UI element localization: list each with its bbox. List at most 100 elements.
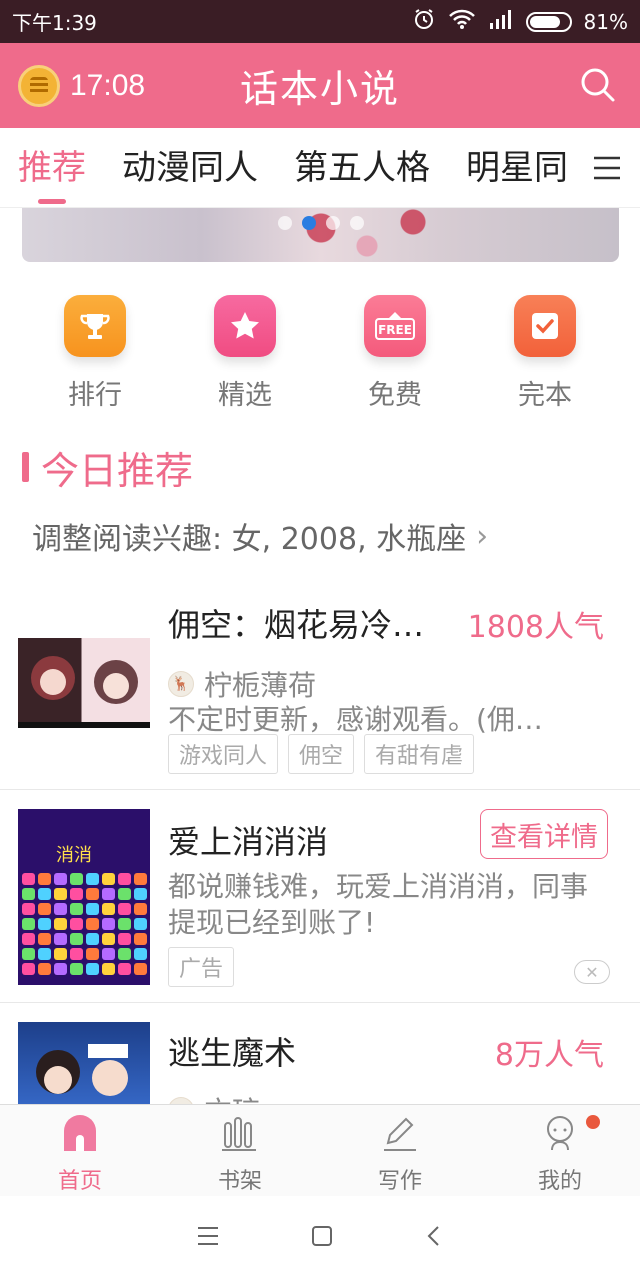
author: 🦌 柠栀薄荷	[168, 664, 316, 704]
nav-home[interactable]: 首页	[0, 1105, 160, 1196]
chevron-right-icon: ›	[476, 518, 489, 554]
avatar	[168, 1097, 194, 1104]
book-title: 佣空：烟花易冷…	[168, 606, 425, 644]
candy-tile	[54, 873, 67, 885]
author: 方琼	[168, 1090, 260, 1104]
alarm-icon	[412, 7, 436, 36]
battery-icon	[525, 11, 572, 32]
candy-tile	[134, 903, 147, 915]
candy-tile	[22, 873, 35, 885]
candy-tile	[86, 888, 99, 900]
candy-tile	[86, 873, 99, 885]
tag[interactable]: 游戏同人	[168, 734, 279, 774]
candy-tile	[38, 903, 51, 915]
book-cover	[18, 638, 150, 728]
candy-tile	[118, 948, 131, 960]
candy-tile	[38, 873, 51, 885]
candy-tile	[54, 903, 67, 915]
quick-ranking[interactable]: 排行	[20, 295, 170, 415]
candy-tile	[22, 963, 35, 975]
candy-tile	[70, 903, 83, 915]
candy-tile	[22, 918, 35, 930]
banner-carousel[interactable]	[22, 208, 619, 262]
interest-settings-link[interactable]: 调整阅读兴趣: 女, 2008, 水瓶座 ›	[32, 514, 488, 558]
free-icon: FREE	[364, 295, 426, 357]
author-name: 柠栀薄荷	[204, 669, 317, 702]
bottom-nav: 首页 书架 写作 我的	[0, 1104, 640, 1196]
reading-timer[interactable]: 17:08	[0, 64, 200, 107]
candy-tile	[38, 963, 51, 975]
back-icon[interactable]	[424, 1224, 444, 1252]
candy-tile	[134, 933, 147, 945]
candy-tile	[70, 888, 83, 900]
signal-icon	[488, 9, 514, 34]
menu-icon[interactable]	[196, 1225, 220, 1251]
tag-list: 广告	[168, 947, 235, 987]
candy-tile	[22, 933, 35, 945]
quick-entries: 排行 精选 FREE 免费 完本	[0, 295, 640, 415]
nav-bookshelf[interactable]: 书架	[160, 1105, 320, 1196]
ad-tag: 广告	[168, 947, 235, 987]
view-details-button[interactable]: 查看详情	[480, 809, 608, 859]
interest-text: 调整阅读兴趣: 女, 2008, 水瓶座	[32, 522, 467, 557]
nav-profile[interactable]: 我的	[480, 1105, 640, 1196]
tab-identity-v[interactable]: 第五人格	[294, 128, 430, 207]
carousel-dot	[326, 216, 340, 230]
quick-label: 排行	[68, 380, 122, 411]
home-icon	[60, 1113, 100, 1157]
candy-tile	[118, 933, 131, 945]
deer-avatar-icon: 🦌	[168, 671, 194, 697]
candy-tile	[118, 873, 131, 885]
candy-tile	[102, 903, 115, 915]
carousel-dot	[350, 216, 364, 230]
candy-tile	[102, 918, 115, 930]
tab-recommend[interactable]: 推荐	[18, 128, 86, 207]
menu-icon[interactable]	[574, 128, 640, 207]
wifi-icon	[448, 8, 476, 35]
tag[interactable]: 佣空	[288, 734, 355, 774]
author-name: 方琼	[204, 1090, 260, 1104]
candy-tile	[118, 903, 131, 915]
timer-text: 17:08	[70, 68, 146, 102]
list-item[interactable]: 逃生魔术 8万人气 方琼	[0, 1004, 640, 1104]
notification-badge	[586, 1115, 600, 1129]
nav-write[interactable]: 写作	[320, 1105, 480, 1196]
section-title-text: 今日推荐	[41, 448, 194, 493]
nav-label: 书架	[217, 1169, 262, 1194]
candy-tile	[54, 888, 67, 900]
book-title: 逃生魔术	[168, 1034, 297, 1072]
candy-tile	[134, 918, 147, 930]
quick-featured[interactable]: 精选	[170, 295, 320, 415]
section-marker	[22, 452, 29, 482]
quick-label: 完本	[518, 380, 572, 411]
candy-tile	[38, 888, 51, 900]
candy-tile	[86, 903, 99, 915]
candy-tile	[102, 933, 115, 945]
tab-celebrity[interactable]: 明星同	[466, 128, 568, 207]
pen-icon	[380, 1113, 420, 1157]
candy-tile	[22, 888, 35, 900]
popularity: 1808人气	[467, 610, 604, 645]
list-item[interactable]: 佣空：烟花易冷… 1808人气 🦌 柠栀薄荷 不定时更新，感谢观看。(佣… 游戏…	[0, 578, 640, 790]
tag[interactable]: 有甜有虐	[364, 734, 475, 774]
home-button-icon[interactable]	[310, 1224, 334, 1252]
svg-text:消消: 消消	[56, 845, 92, 866]
quick-free[interactable]: FREE 免费	[320, 295, 470, 415]
quick-finished[interactable]: 完本	[470, 295, 620, 415]
quick-label: 免费	[368, 380, 422, 411]
candy-tile	[70, 918, 83, 930]
search-icon[interactable]	[578, 65, 618, 105]
carousel-dot	[278, 216, 292, 230]
candy-tile	[86, 963, 99, 975]
popularity: 8万人气	[494, 1038, 604, 1073]
check-icon	[514, 295, 576, 357]
tab-anime-fanfic[interactable]: 动漫同人	[122, 128, 258, 207]
candy-tile	[118, 963, 131, 975]
ad-item[interactable]: 消消 爱上消消消 查看详情 都说赚钱难，玩爱上消消消，同事提现已经到账了! 广告…	[0, 791, 640, 1003]
close-icon[interactable]: ✕	[574, 960, 610, 984]
coin-clock-icon	[18, 64, 60, 107]
candy-tile	[118, 918, 131, 930]
candy-tile	[134, 888, 147, 900]
status-icons: 81%	[412, 7, 628, 36]
category-tabs: 推荐 动漫同人 第五人格 明星同	[0, 128, 640, 208]
